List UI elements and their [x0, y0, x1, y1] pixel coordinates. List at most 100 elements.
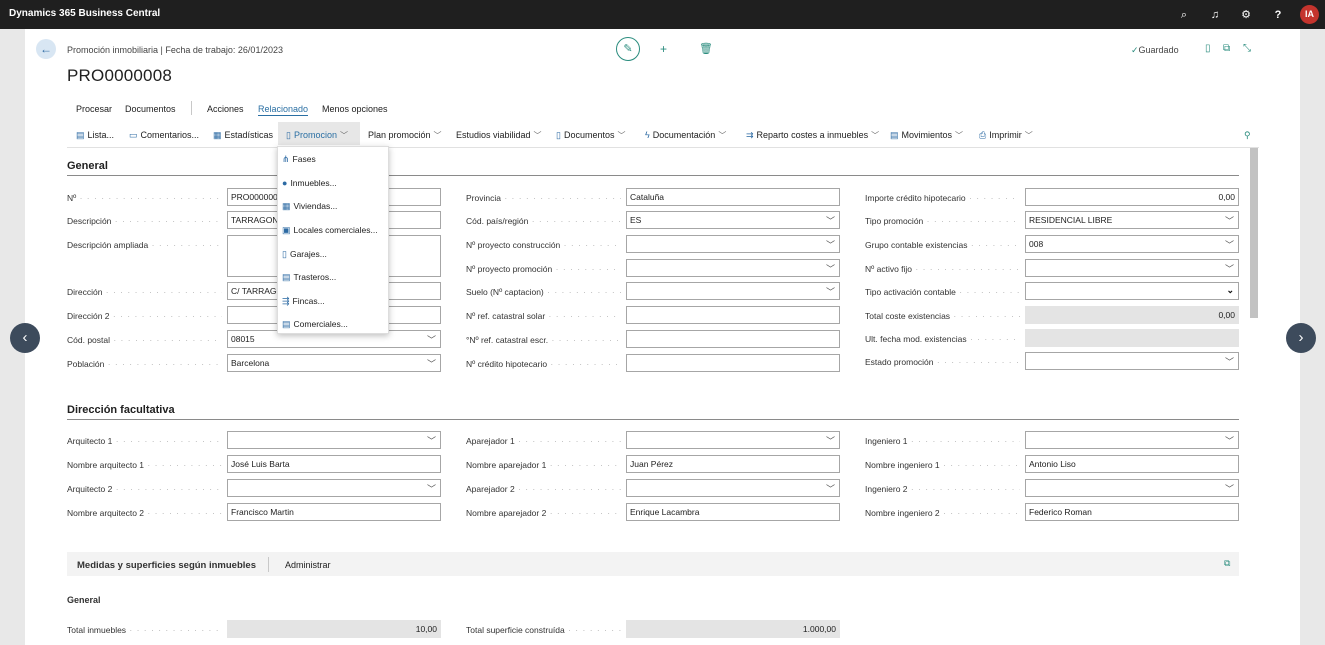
menu-item-garajes[interactable]: ▯ Garajes... [282, 249, 327, 260]
credito-hipotecario-field[interactable] [626, 354, 840, 372]
ref-catastral-escr-field[interactable] [626, 330, 840, 348]
menu-item-fases[interactable]: ⋔ Fases [282, 154, 316, 165]
poblacion-field[interactable]: Barcelona ﹀ [227, 354, 441, 372]
collapse-icon[interactable]: ⤡ [1243, 43, 1251, 54]
search-icon[interactable]: ⌕ [1176, 7, 1192, 23]
ingeniero1-field[interactable]: ﹀ [1025, 431, 1239, 449]
edit-pencil-icon[interactable]: ✎ [616, 37, 640, 61]
chevron-down-icon: ﹀ [825, 436, 835, 446]
pin-icon[interactable]: ⚲ [1244, 130, 1251, 141]
section-divider [67, 419, 1239, 420]
menu-item-viviendas[interactable]: ▦ Viviendas... [282, 201, 337, 212]
document-icon: ▯ [556, 130, 561, 140]
tipo-activacion-select[interactable]: ⌄ [1025, 282, 1239, 300]
chevron-down-icon: ﹀ [1224, 264, 1234, 274]
nombre-aparejador2-field[interactable]: Enrique Lacambra [626, 503, 840, 521]
subpage-title[interactable]: Medidas y superficies según inmuebles [77, 560, 256, 571]
document-icon: ▯ [286, 130, 291, 140]
section-divider [67, 175, 1239, 176]
action-menos-opciones[interactable]: Menos opciones [322, 104, 388, 114]
proyecto-construccion-field[interactable]: ﹀ [626, 235, 840, 253]
toolbar-estudios-viabilidad[interactable]: Estudios viabilidad ﹀ [456, 130, 542, 141]
toolbar-movimientos[interactable]: ▤ Movimientos ﹀ [890, 130, 963, 141]
arquitecto1-field[interactable]: ﹀ [227, 431, 441, 449]
delete-icon[interactable]: 🗑 [699, 42, 713, 55]
field-label: Dirección [67, 287, 222, 297]
tipo-promocion-field[interactable]: RESIDENCIAL LIBRE ﹀ [1025, 211, 1239, 229]
total-coste-field: 0,00 [1025, 306, 1239, 324]
previous-record-icon[interactable]: ‹ [10, 323, 40, 353]
toolbar-imprimir[interactable]: ⎙ Imprimir ﹀ [979, 130, 1033, 141]
toolbar-documentacion[interactable]: ϟ Documentación ﹀ [645, 130, 726, 141]
menu-item-inmuebles[interactable]: ● Inmuebles... [282, 178, 337, 188]
field-label: Arquitecto 1 [67, 436, 222, 446]
field-label: Nombre ingeniero 2 [865, 508, 1020, 518]
field-label: Total coste existencias [865, 311, 1020, 321]
total-superficie-field: 1.000,00 [626, 620, 840, 638]
toolbar-plan-promocion[interactable]: Plan promoción ﹀ [368, 130, 442, 141]
property-icon: ● [282, 178, 288, 188]
scrollbar[interactable] [1250, 148, 1258, 318]
toolbar-lista[interactable]: ▤ Lista... [76, 130, 114, 141]
help-icon[interactable]: ? [1270, 7, 1286, 23]
menu-item-trasteros[interactable]: ▤ Trasteros... [282, 272, 336, 283]
action-documentos[interactable]: Documentos [125, 104, 176, 114]
importe-credito-field[interactable]: 0,00 [1025, 188, 1239, 206]
grupo-contable-field[interactable]: 008 ﹀ [1025, 235, 1239, 253]
ref-catastral-solar-field[interactable] [626, 306, 840, 324]
breadcrumb: Promoción inmobiliaria | Fecha de trabaj… [67, 45, 283, 55]
avatar[interactable]: IA [1300, 5, 1319, 24]
provincia-field[interactable]: Cataluña [626, 188, 840, 206]
chevron-down-icon: ﹀ [426, 359, 436, 369]
toolbar-estadisticas[interactable]: ▦ Estadísticas [213, 130, 273, 141]
open-new-window-icon[interactable]: ⧉ [1223, 43, 1230, 54]
section-direccion-facultativa-title[interactable]: Dirección facultativa [67, 404, 175, 416]
section-general-title[interactable]: General [67, 160, 108, 172]
ingeniero2-field[interactable]: ﹀ [1025, 479, 1239, 497]
nombre-aparejador1-field[interactable]: Juan Pérez [626, 455, 840, 473]
toolbar-documentos[interactable]: ▯ Documentos ﹀ [556, 130, 625, 141]
administrar-button[interactable]: Administrar [285, 560, 331, 570]
menu-item-locales[interactable]: ▣ Locales comerciales... [282, 225, 378, 236]
activo-fijo-field[interactable]: ﹀ [1025, 259, 1239, 277]
toolbar-divider [67, 147, 1259, 148]
chevron-down-icon: ﹀ [533, 131, 542, 140]
proyecto-promocion-field[interactable]: ﹀ [626, 259, 840, 277]
promocion-menu: ⋔ Fases ● Inmuebles... ▦ Viviendas... ▣ Loca… [277, 146, 389, 334]
nombre-arquitecto2-field[interactable]: Francisco Martin [227, 503, 441, 521]
toolbar-promocion[interactable]: ▯ Promocion ﹀ [286, 130, 348, 141]
nombre-arquitecto1-field[interactable]: José Luis Barta [227, 455, 441, 473]
field-label: Aparejador 2 [466, 484, 621, 494]
bell-icon[interactable]: ♫ [1207, 7, 1223, 23]
nombre-ingeniero2-field[interactable]: Federico Roman [1025, 503, 1239, 521]
menu-item-fincas[interactable]: ⇶ Fincas... [282, 296, 325, 307]
expand-icon[interactable]: ⧉ [1224, 558, 1230, 569]
aparejador2-field[interactable]: ﹀ [626, 479, 840, 497]
field-label: Descripción [67, 216, 222, 226]
aparejador1-field[interactable]: ﹀ [626, 431, 840, 449]
add-icon[interactable]: + [660, 42, 667, 56]
back-arrow-icon[interactable]: ← [36, 39, 56, 59]
action-procesar[interactable]: Procesar [76, 104, 112, 114]
field-label: Suelo (Nº captacion) [466, 287, 621, 297]
estado-promocion-field[interactable]: ﹀ [1025, 352, 1239, 370]
chevron-down-icon: ﹀ [1224, 216, 1234, 226]
arquitecto2-field[interactable]: ﹀ [227, 479, 441, 497]
field-label: Total inmuebles [67, 625, 222, 635]
chevron-down-icon: ﹀ [955, 131, 964, 140]
next-record-icon[interactable]: › [1286, 323, 1316, 353]
chevron-down-icon: ﹀ [825, 484, 835, 494]
nombre-ingeniero1-field[interactable]: Antonio Liso [1025, 455, 1239, 473]
toolbar-reparto-costes[interactable]: ⇉ Reparto costes a inmuebles ﹀ [746, 130, 879, 141]
saved-status: ✓Guardado [1131, 45, 1179, 55]
menu-item-comerciales[interactable]: ▤ Comerciales... [282, 319, 348, 330]
gear-icon[interactable]: ⚙ [1238, 7, 1254, 23]
action-acciones[interactable]: Acciones [207, 104, 244, 114]
field-label: Nº proyecto promoción [466, 264, 621, 274]
field-label: Tipo activación contable [865, 287, 1020, 297]
suelo-field[interactable]: ﹀ [626, 282, 840, 300]
bookmark-icon[interactable]: ▯ [1205, 43, 1211, 54]
action-relacionado[interactable]: Relacionado [258, 104, 309, 116]
toolbar-comentarios[interactable]: ▭ Comentarios... [129, 130, 199, 141]
pais-region-field[interactable]: ES ﹀ [626, 211, 840, 229]
